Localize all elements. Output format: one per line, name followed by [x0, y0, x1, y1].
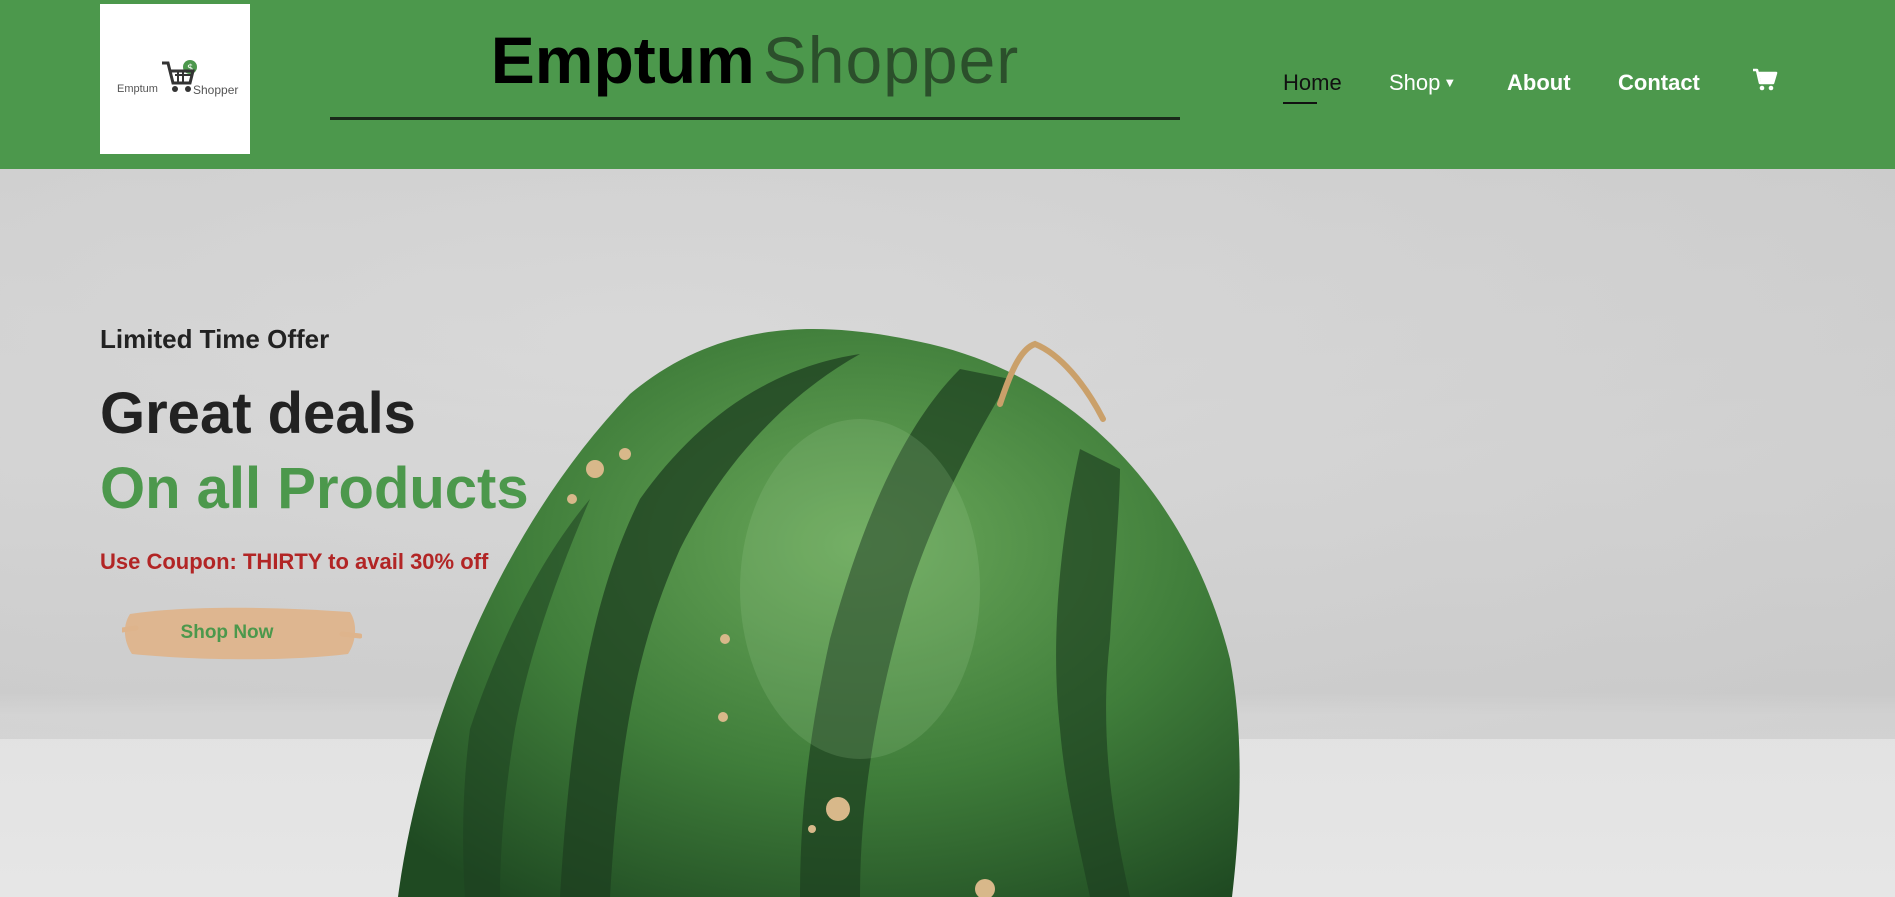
- hero-banner: Limited Time Offer Great deals On all Pr…: [0, 169, 1895, 897]
- nav-shop[interactable]: Shop ▼: [1389, 70, 1456, 96]
- brand-underline: [330, 117, 1180, 120]
- nav-about[interactable]: About: [1507, 70, 1571, 96]
- brand-title-light: Shopper: [762, 23, 1020, 97]
- watermelon-image: [0, 169, 1895, 897]
- shop-now-label: Shop Now: [180, 622, 274, 643]
- hero-title-line2: On all Products: [100, 456, 529, 521]
- hero-coupon-text: Use Coupon: THIRTY to avail 30% off: [100, 549, 489, 574]
- caret-down-icon: ▼: [1443, 75, 1457, 90]
- hero-title-line1: Great deals: [100, 381, 416, 446]
- brand-title: Emptum Shopper: [330, 20, 1180, 100]
- site-header: Emptum $ Shopper Emptum Shopper Home Shop…: [0, 0, 1895, 169]
- nav-shop-label: Shop: [1389, 70, 1441, 95]
- logo-word-left: Emptum: [117, 83, 158, 95]
- brand-title-bold: Emptum: [490, 23, 755, 97]
- nav-home[interactable]: Home: [1283, 70, 1342, 104]
- shop-now-button[interactable]: Shop Now: [122, 604, 362, 662]
- nav-contact[interactable]: Contact: [1618, 70, 1700, 96]
- shopping-cart-icon[interactable]: [1752, 67, 1778, 99]
- logo-word-right: Shopper: [193, 83, 239, 97]
- site-logo[interactable]: Emptum $ Shopper: [100, 4, 250, 154]
- hero-eyebrow: Limited Time Offer: [100, 324, 330, 354]
